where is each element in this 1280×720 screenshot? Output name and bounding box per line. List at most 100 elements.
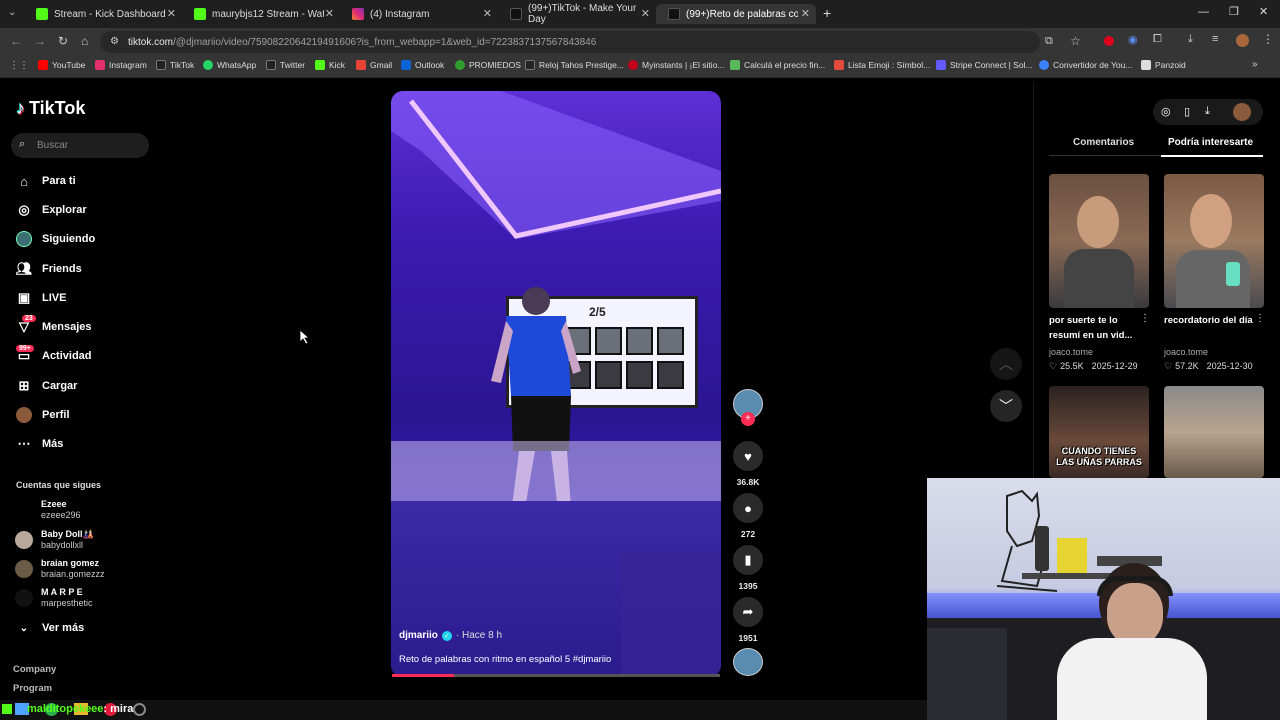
- tab-may-interest[interactable]: Podría interesarte: [1168, 137, 1253, 148]
- restore-icon[interactable]: ❐: [1229, 5, 1239, 18]
- bookmark-star-icon[interactable]: ☆: [1070, 34, 1081, 48]
- tab-kick-stream[interactable]: maurybjs12 Stream - Watch Liv ✕: [182, 4, 340, 24]
- following-account[interactable]: M A R P Emarpesthetic: [15, 587, 93, 609]
- save-button[interactable]: ▮ 1395: [733, 545, 763, 591]
- post-date: 2025-12-30: [1206, 361, 1253, 371]
- next-video-button[interactable]: ﹀: [990, 390, 1022, 422]
- bookmark-convertidor[interactable]: Convertidor de You...: [1039, 60, 1132, 70]
- bookmark-promiedos[interactable]: PROMIEDOS: [455, 60, 521, 70]
- reload-icon[interactable]: ↻: [58, 34, 68, 48]
- previous-video-button[interactable]: ︿: [990, 348, 1022, 380]
- share-button[interactable]: ➦ 1951: [733, 597, 763, 643]
- bookmark-kick[interactable]: Kick: [315, 60, 345, 70]
- bookmark-stripe[interactable]: Stripe Connect | Sol...: [936, 60, 1033, 70]
- author-avatar-button[interactable]: +: [733, 389, 763, 426]
- recommended-video-stats: ♡ 57.2K 2025-12-30: [1164, 361, 1253, 372]
- close-icon[interactable]: ✕: [325, 7, 334, 20]
- bookmark-label: Instagram: [109, 60, 147, 70]
- address-bar[interactable]: ⚙ tiktok.com/@djmariio/video/75908220642…: [100, 31, 1081, 53]
- bookmark-calcula[interactable]: Calculá el precio fin...: [730, 60, 825, 70]
- bookmark-instagram[interactable]: Instagram: [95, 60, 147, 70]
- more-bookmarks-icon[interactable]: »: [1252, 59, 1258, 70]
- more-options-icon[interactable]: ⋮: [1255, 313, 1265, 324]
- bookmark-panzoid[interactable]: Panzoid: [1141, 60, 1186, 70]
- instagram-icon: [95, 60, 105, 70]
- following-account[interactable]: Baby Doll🎎 babydollxll: [15, 529, 94, 551]
- nav-for-you[interactable]: ⌂ Para ti: [16, 171, 76, 191]
- sound-avatar-button[interactable]: [733, 648, 763, 676]
- avatar[interactable]: [1236, 34, 1249, 47]
- recommended-video-user[interactable]: joaco.tome: [1164, 347, 1208, 357]
- recommended-video-thumbnail[interactable]: [1164, 386, 1264, 478]
- download-icon[interactable]: ⤓: [1188, 33, 1193, 46]
- tab-kick-dashboard[interactable]: Stream - Kick Dashboard ✕: [24, 4, 182, 24]
- phone-icon[interactable]: ▯: [1184, 105, 1190, 118]
- close-icon[interactable]: ✕: [167, 7, 176, 20]
- tab-tiktok-home[interactable]: (99+)TikTok - Make Your Day ✕: [498, 3, 656, 25]
- recommended-video-title[interactable]: recordatorio del día: [1164, 313, 1254, 328]
- bookmark-myinstants[interactable]: Myinstants | ¡El sitio...: [628, 60, 725, 70]
- search-input[interactable]: ⌕ Buscar: [11, 133, 149, 158]
- nav-explore[interactable]: ◎ Explorar: [16, 200, 86, 220]
- nav-friends[interactable]: 👥︎ Friends: [16, 259, 82, 279]
- like-button[interactable]: ♥ 36.8K: [733, 441, 763, 487]
- tab-instagram[interactable]: (4) Instagram ✕: [340, 4, 498, 24]
- download-app-icon[interactable]: ⤓: [1205, 105, 1210, 118]
- extension-icon[interactable]: [1104, 36, 1114, 46]
- extension-icon[interactable]: ◉: [1128, 33, 1138, 46]
- recommended-video-thumbnail[interactable]: CUANDO TIENES LAS UÑAS PARRAS: [1049, 386, 1149, 478]
- following-account[interactable]: braian gomez braian.gomezzz: [15, 558, 105, 580]
- bookmark-whatsapp[interactable]: WhatsApp: [203, 60, 256, 70]
- recommended-video-thumbnail[interactable]: [1164, 174, 1264, 308]
- install-icon[interactable]: ⧉: [1045, 35, 1053, 48]
- tiktok-logo[interactable]: ♪ TikTok: [16, 98, 85, 119]
- see-more-button[interactable]: ⌄ Ver más: [16, 618, 84, 638]
- minimize-icon[interactable]: —: [1198, 6, 1209, 18]
- forward-icon[interactable]: →: [34, 34, 46, 48]
- tab-tiktok-video[interactable]: (99+)Reto de palabras con ritm ✕: [656, 4, 816, 24]
- search-placeholder: Buscar: [37, 140, 69, 151]
- close-icon[interactable]: ✕: [483, 7, 492, 20]
- tab-search-icon[interactable]: ⌄: [8, 7, 16, 18]
- footer-link-company[interactable]: Company: [13, 664, 56, 675]
- bookmark-tiktok[interactable]: TikTok: [156, 60, 194, 70]
- media-icon[interactable]: ≡: [1212, 33, 1218, 45]
- nav-live[interactable]: ▣ LIVE: [16, 288, 67, 308]
- comment-button[interactable]: ● 272: [733, 493, 763, 539]
- close-icon[interactable]: ✕: [801, 7, 810, 20]
- bookmark-youtube[interactable]: YouTube: [38, 60, 85, 70]
- nav-upload[interactable]: ⊞ Cargar: [16, 376, 78, 396]
- nav-profile[interactable]: Perfil: [16, 405, 70, 425]
- recommended-video-thumbnail[interactable]: [1049, 174, 1149, 308]
- video-progress-bar[interactable]: [392, 674, 720, 677]
- site-info-icon[interactable]: ⚙: [110, 36, 119, 47]
- follow-plus-icon[interactable]: +: [741, 412, 755, 426]
- following-account[interactable]: Ezeee ezeee296: [15, 499, 81, 521]
- back-icon[interactable]: ←: [10, 34, 22, 48]
- apps-icon[interactable]: ⋮⋮: [9, 60, 29, 71]
- bookmark-twitter[interactable]: Twitter: [266, 60, 305, 70]
- tab-comments[interactable]: Comentarios: [1073, 137, 1134, 148]
- home-browser-icon[interactable]: ⌂: [81, 34, 88, 48]
- bookmark-reloj[interactable]: Reloj Tahos Prestige...: [525, 60, 624, 70]
- bookmark-emoji[interactable]: Lista Emoji : Símbol...: [834, 60, 930, 70]
- bookmark-gmail[interactable]: Gmail: [356, 60, 392, 70]
- video-player[interactable]: 2/5 djmariio ✓ · Hace 8 h Reto de palabr…: [391, 91, 721, 677]
- bookmark-outlook[interactable]: Outlook: [401, 60, 444, 70]
- myinstants-icon: [628, 60, 638, 70]
- video-author[interactable]: djmariio: [399, 630, 438, 641]
- window-close-icon[interactable]: ✕: [1259, 5, 1268, 18]
- close-icon[interactable]: ✕: [641, 7, 650, 20]
- more-options-icon[interactable]: ⋮: [1140, 313, 1150, 324]
- account-name: M A R P E: [41, 587, 83, 597]
- menu-icon[interactable]: ⋮: [1262, 32, 1274, 46]
- recommended-video-user[interactable]: joaco.tome: [1049, 347, 1093, 357]
- new-tab-icon[interactable]: +: [823, 5, 831, 21]
- footer-link-program[interactable]: Program: [13, 683, 52, 694]
- avatar[interactable]: [1233, 103, 1251, 121]
- coin-icon[interactable]: ◎: [1161, 105, 1171, 118]
- extensions-icon[interactable]: ⧠: [1153, 33, 1162, 46]
- nav-more[interactable]: ⋯ Más: [16, 434, 64, 454]
- nav-following[interactable]: Siguiendo: [16, 229, 95, 249]
- recommended-video-title[interactable]: por suerte te lo resumí en un vid...: [1049, 313, 1139, 343]
